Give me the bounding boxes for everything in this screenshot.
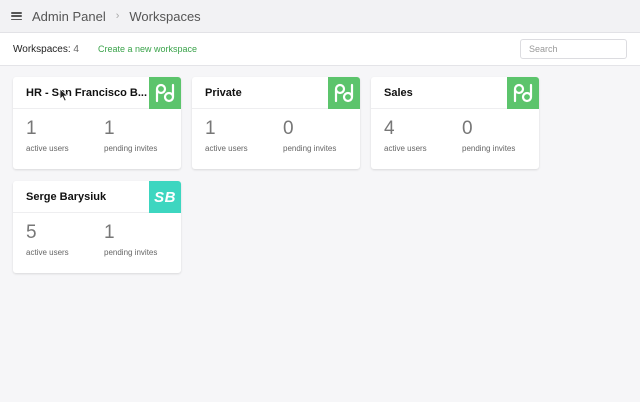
breadcrumb-workspaces: Workspaces [129, 8, 201, 24]
workspace-count: Workspaces: 4 [13, 44, 79, 55]
avatar-initials: SB [154, 188, 176, 206]
pending-invites-count: 1 [104, 222, 115, 243]
active-users-stat: 1 active users [26, 118, 69, 154]
breadcrumb-admin-panel[interactable]: Admin Panel [32, 9, 106, 24]
workspace-card-header: Private [192, 77, 360, 109]
workspace-card-header: HR - San Francisco B... [13, 77, 181, 109]
active-users-count: 1 [26, 118, 37, 139]
workspace-name: Sales [384, 87, 413, 99]
top-bar: Admin Panel › Workspaces [0, 0, 640, 33]
workspace-card[interactable]: HR - San Francisco B... 1 active users 1… [13, 77, 181, 169]
pending-invites-stat: 1 pending invites [104, 118, 158, 154]
pending-invites-count: 0 [283, 118, 294, 139]
workspace-card[interactable]: Serge Barysiuk SB 5 active users 1 pendi… [13, 181, 181, 273]
active-users-count: 4 [384, 118, 395, 139]
active-users-label: active users [26, 248, 69, 257]
pending-invites-label: pending invites [462, 144, 516, 153]
workspace-toolbar: Workspaces: 4 Create a new workspace [0, 33, 640, 66]
workspace-card[interactable]: Sales 4 active users 0 pending invites [371, 77, 539, 169]
pending-invites-count: 0 [462, 118, 473, 139]
active-users-count: 5 [26, 222, 37, 243]
hamburger-menu-icon[interactable] [11, 12, 22, 20]
search-input[interactable] [520, 39, 627, 59]
workspace-card[interactable]: Private 1 active users 0 pending invites [192, 77, 360, 169]
mouse-cursor-icon [59, 88, 71, 107]
create-workspace-link[interactable]: Create a new workspace [98, 44, 197, 54]
active-users-label: active users [384, 144, 427, 153]
workspace-count-label: Workspaces: [13, 43, 71, 55]
pending-invites-label: pending invites [104, 144, 158, 153]
workspace-name: Serge Barysiuk [26, 191, 107, 203]
pd-logo-icon [507, 77, 539, 109]
workspace-name: HR - San Francisco B... [26, 87, 148, 99]
active-users-stat: 1 active users [205, 118, 248, 154]
active-users-stat: 4 active users [384, 118, 427, 154]
active-users-stat: 5 active users [26, 222, 69, 258]
workspace-card-header: Sales [371, 77, 539, 109]
active-users-label: active users [205, 144, 248, 153]
pending-invites-label: pending invites [104, 248, 158, 257]
pending-invites-label: pending invites [283, 144, 337, 153]
workspace-name: Private [205, 87, 242, 99]
pd-logo-icon [328, 77, 360, 109]
workspace-count-value: 4 [73, 43, 79, 55]
workspace-card-header: Serge Barysiuk SB [13, 181, 181, 213]
active-users-label: active users [26, 144, 69, 153]
pending-invites-stat: 0 pending invites [283, 118, 337, 154]
active-users-count: 1 [205, 118, 216, 139]
pd-logo-icon [149, 77, 181, 109]
breadcrumb-separator-icon: › [115, 10, 120, 22]
pending-invites-stat: 1 pending invites [104, 222, 158, 258]
initials-avatar: SB [149, 181, 181, 213]
pending-invites-stat: 0 pending invites [462, 118, 516, 154]
pending-invites-count: 1 [104, 118, 115, 139]
